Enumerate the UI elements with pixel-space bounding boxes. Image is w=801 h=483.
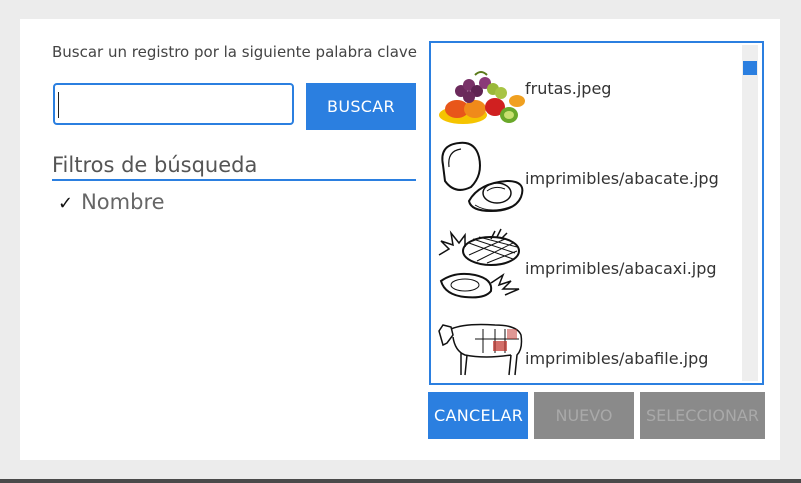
list-item[interactable]: imprimibles/abacaxi.jpg: [435, 225, 745, 315]
filter-item-nombre[interactable]: ✓ Nombre: [58, 190, 165, 214]
item-label: imprimibles/abafile.jpg: [525, 349, 709, 368]
cancel-button[interactable]: CANCELAR: [428, 392, 528, 439]
text-caret: [58, 92, 59, 118]
filter-label: Nombre: [81, 190, 165, 214]
list-item[interactable]: imprimibles/abacate.jpg: [435, 135, 745, 225]
search-button[interactable]: BUSCAR: [306, 83, 416, 130]
cow-drawing-icon: [435, 315, 525, 383]
search-dialog: Buscar un registro por la siguiente pala…: [20, 19, 780, 460]
search-input[interactable]: [53, 83, 294, 125]
item-label: imprimibles/abacaxi.jpg: [525, 259, 717, 278]
new-button[interactable]: NUEVO: [534, 392, 634, 439]
scrollbar-thumb[interactable]: [743, 61, 757, 75]
pineapple-drawing-icon: [435, 225, 525, 315]
item-label: frutas.jpeg: [525, 79, 612, 98]
avocado-drawing-icon: [435, 135, 525, 225]
results-list[interactable]: frutas.jpeg imprimibles/abacate.jpg impr…: [429, 41, 764, 385]
filters-title: Filtros de búsqueda: [52, 153, 416, 181]
list-item[interactable]: frutas.jpeg: [435, 45, 745, 135]
select-button[interactable]: SELECCIONAR: [640, 392, 765, 439]
window-bottom-edge: [0, 479, 801, 483]
list-item[interactable]: imprimibles/abafile.jpg: [435, 315, 745, 383]
item-label: imprimibles/abacate.jpg: [525, 169, 719, 188]
fruit-bowl-icon: [435, 45, 525, 135]
list-scrollbar[interactable]: [742, 45, 758, 381]
check-icon: ✓: [58, 193, 74, 214]
search-prompt: Buscar un registro por la siguiente pala…: [52, 43, 417, 61]
